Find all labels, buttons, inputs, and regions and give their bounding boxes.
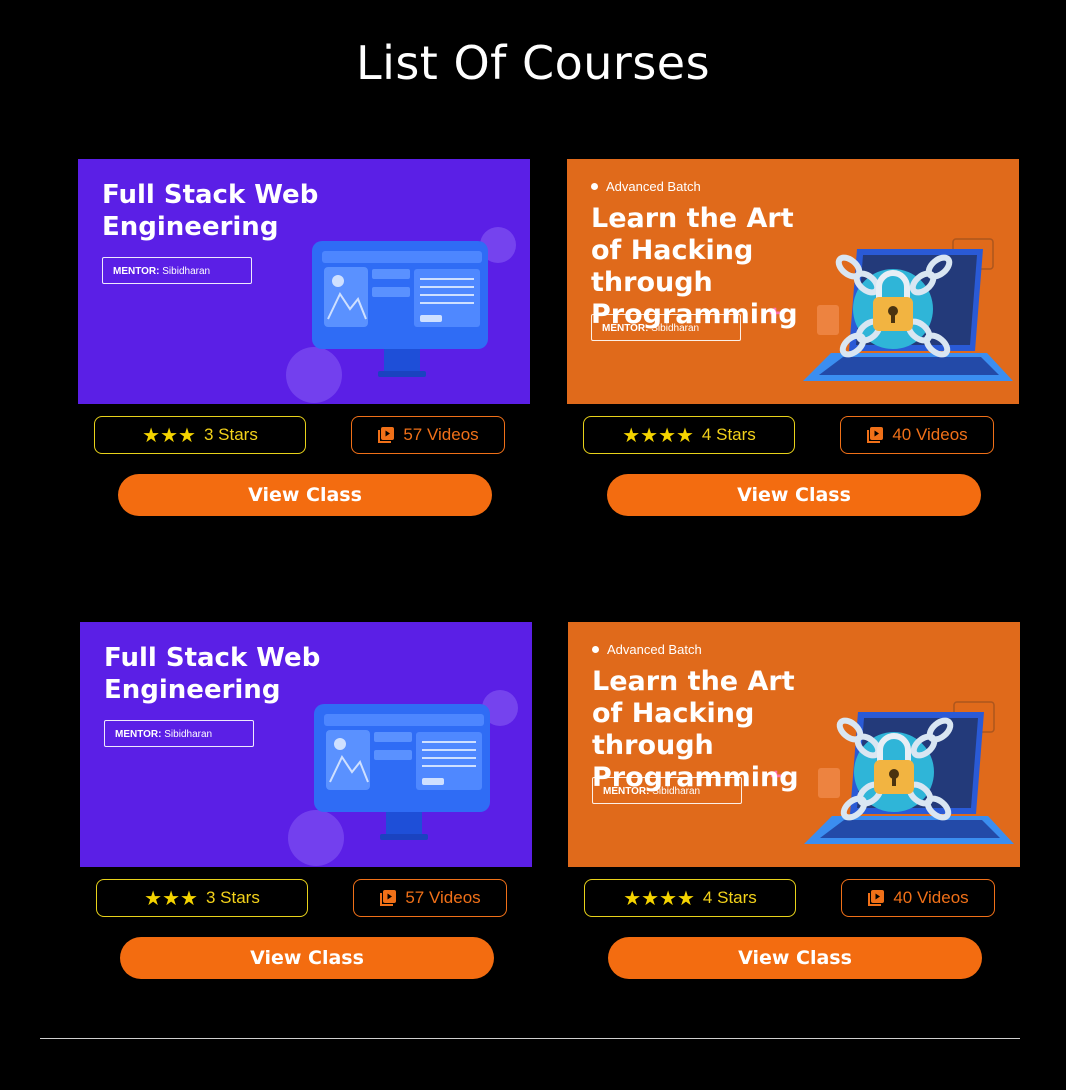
rating-pill: ★★★ 3 Stars xyxy=(96,879,308,917)
star-icon: ★★★★ xyxy=(622,424,694,447)
mentor-name: Sibidharan xyxy=(651,323,700,334)
page-title: List Of Courses xyxy=(355,36,711,90)
course-card: Full Stack Web Engineering MENTOR: Sibid… xyxy=(78,159,530,516)
batch-badge: Advanced Batch xyxy=(591,179,701,194)
stars-label: 4 Stars xyxy=(702,888,757,907)
mentor-tag: MENTOR: Sibidharan xyxy=(102,257,252,284)
video-library-icon xyxy=(378,427,395,443)
course-card: Full Stack Web Engineering MENTOR: Sibid… xyxy=(80,622,532,979)
mentor-tag: MENTOR: Sibidharan xyxy=(104,720,254,747)
courses-page: List Of Courses Full Stack Web Engineeri… xyxy=(0,0,1066,1090)
course-banner[interactable]: ✚ Advanced Batch Learn the Art of Hackin… xyxy=(567,159,1019,404)
video-library-icon xyxy=(867,427,884,443)
rating-pill: ★★★★ 4 Stars xyxy=(584,879,796,917)
star-icon: ★★★ xyxy=(142,424,196,447)
video-library-icon xyxy=(380,890,397,906)
star-icon: ★★★★ xyxy=(623,887,695,910)
course-heading: Full Stack Web Engineering xyxy=(102,180,319,242)
videos-label: 57 Videos xyxy=(403,425,479,444)
course-banner[interactable]: Full Stack Web Engineering MENTOR: Sibid… xyxy=(78,159,530,404)
course-heading: Full Stack Web Engineering xyxy=(104,643,321,705)
course-heading: Learn the Art of Hacking through Program… xyxy=(591,203,798,330)
mentor-name: Sibidharan xyxy=(162,266,211,277)
batch-label: Advanced Batch xyxy=(606,179,701,194)
view-class-button[interactable]: View Class xyxy=(118,474,492,516)
stars-label: 3 Stars xyxy=(203,425,258,444)
course-card: ✚ Advanced Batch Learn the Art of Hackin… xyxy=(568,622,1020,979)
mentor-label: MENTOR: xyxy=(113,266,160,277)
mentor-name: Sibidharan xyxy=(164,729,213,740)
videos-pill: 57 Videos xyxy=(353,879,507,917)
rating-pill: ★★★ 3 Stars xyxy=(94,416,306,454)
course-meta: ★★★ 3 Stars 57 Videos View Class xyxy=(78,404,530,516)
view-class-button[interactable]: View Class xyxy=(607,474,981,516)
videos-pill: 40 Videos xyxy=(841,879,995,917)
mentor-tag: MENTOR: Sibidharan xyxy=(592,777,742,804)
bullet-dot-icon xyxy=(591,183,598,190)
video-library-icon xyxy=(868,890,885,906)
course-meta: ★★★★ 4 Stars 40 Videos View Class xyxy=(567,404,1019,516)
videos-pill: 40 Videos xyxy=(840,416,994,454)
videos-pill: 57 Videos xyxy=(351,416,505,454)
course-meta: ★★★ 3 Stars 57 Videos View Class xyxy=(80,867,532,979)
course-heading: Learn the Art of Hacking through Program… xyxy=(592,666,799,793)
course-card: ✚ Advanced Batch Learn the Art of Hackin… xyxy=(567,159,1019,516)
mentor-label: MENTOR: xyxy=(602,323,649,334)
star-icon: ★★★ xyxy=(144,887,198,910)
mentor-label: MENTOR: xyxy=(603,786,650,797)
course-banner[interactable]: Full Stack Web Engineering MENTOR: Sibid… xyxy=(80,622,532,867)
videos-label: 57 Videos xyxy=(405,888,481,907)
course-banner[interactable]: ✚ Advanced Batch Learn the Art of Hackin… xyxy=(568,622,1020,867)
view-class-button[interactable]: View Class xyxy=(120,937,494,979)
stars-label: 3 Stars xyxy=(205,888,260,907)
mentor-tag: MENTOR: Sibidharan xyxy=(591,314,741,341)
videos-label: 40 Videos xyxy=(892,425,968,444)
batch-badge: Advanced Batch xyxy=(592,642,702,657)
course-meta: ★★★★ 4 Stars 40 Videos View Class xyxy=(568,867,1020,979)
stars-label: 4 Stars xyxy=(701,425,756,444)
view-class-button[interactable]: View Class xyxy=(608,937,982,979)
rating-pill: ★★★★ 4 Stars xyxy=(583,416,795,454)
bullet-dot-icon xyxy=(592,646,599,653)
batch-label: Advanced Batch xyxy=(607,642,702,657)
footer-divider xyxy=(40,1038,1020,1039)
mentor-name: Sibidharan xyxy=(652,786,701,797)
videos-label: 40 Videos xyxy=(893,888,969,907)
mentor-label: MENTOR: xyxy=(115,729,162,740)
